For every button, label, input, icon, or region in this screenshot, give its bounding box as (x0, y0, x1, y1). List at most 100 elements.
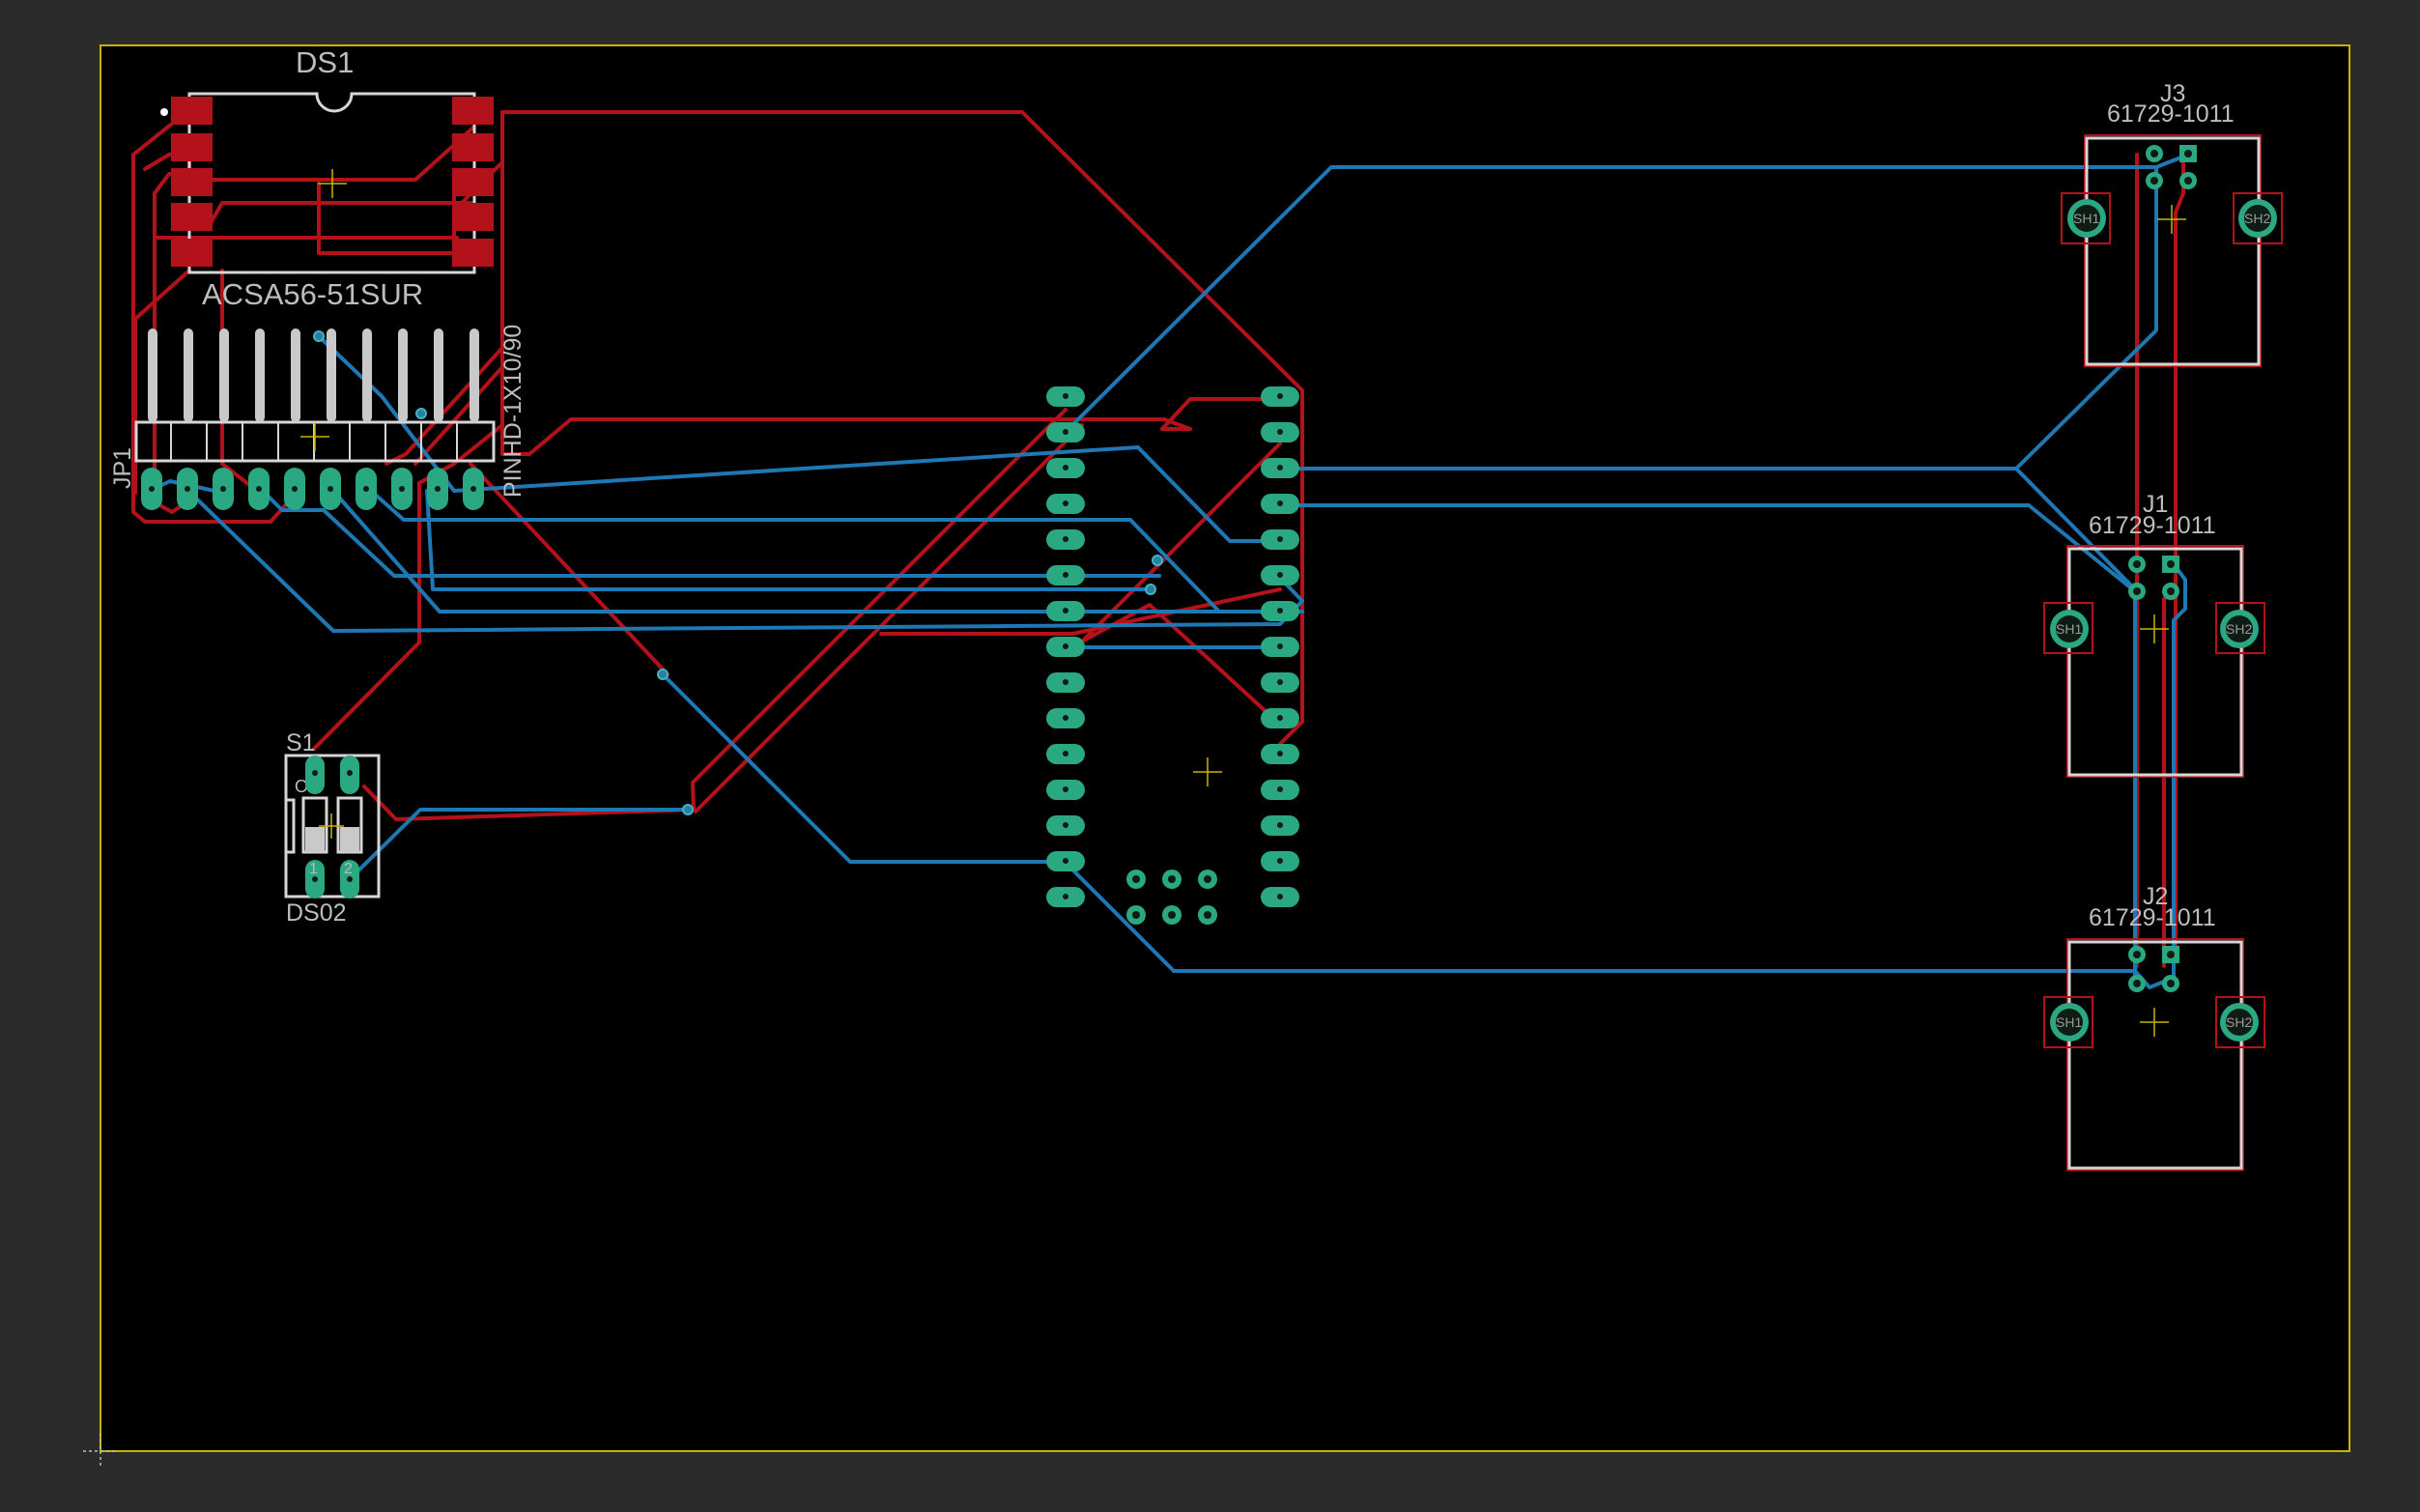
jp1-pin-lead (470, 328, 479, 422)
s1-pin1-label: 1 (309, 861, 318, 877)
drill-hole (1063, 465, 1068, 471)
j2-shield-right-label: SH2 (2226, 1014, 2252, 1030)
via (415, 408, 427, 419)
drill-hole (2167, 980, 2175, 987)
drill-hole (1063, 822, 1068, 828)
drill-hole (256, 486, 262, 492)
drill-hole (1063, 536, 1068, 542)
drill-hole (1063, 429, 1068, 435)
s1-value-label: DS02 (286, 899, 347, 927)
smd-pad (452, 133, 494, 161)
j1-value-label: 61729-1011 (2089, 512, 2216, 539)
drill-hole (2150, 177, 2158, 185)
board-area (100, 45, 2349, 1451)
drill-hole (2133, 980, 2141, 987)
drill-hole (1063, 715, 1068, 721)
smd-pad (171, 97, 213, 125)
jp1-pin-lead (434, 328, 443, 422)
j3-value-label: 61729-1011 (2107, 100, 2235, 128)
smd-pad (452, 239, 494, 267)
drill-hole (1063, 786, 1068, 792)
drill-hole (1132, 911, 1140, 919)
jp1-pin-lead (327, 328, 336, 422)
drill-hole (2184, 177, 2192, 185)
drill-hole (1277, 393, 1283, 399)
j1-shield-left-label: SH1 (2056, 621, 2082, 637)
drill-hole (470, 486, 476, 492)
drill-hole (1063, 572, 1068, 578)
jp1-pin-lead (398, 328, 408, 422)
drill-hole (185, 486, 190, 492)
drill-hole (2133, 587, 2141, 595)
drill-hole (1277, 465, 1283, 471)
via (313, 330, 325, 342)
ds1-pin1-dot (160, 108, 168, 116)
drill-hole (1168, 911, 1176, 919)
drill-hole (1277, 679, 1283, 685)
drill-hole (1277, 786, 1283, 792)
drill-hole (220, 486, 226, 492)
drill-hole (2133, 951, 2141, 958)
drill-hole (1277, 894, 1283, 899)
smd-pad (452, 97, 494, 125)
jp1-pin-lead (219, 328, 229, 422)
drill-hole (2184, 150, 2192, 157)
drill-hole (1277, 751, 1283, 756)
drill-hole (1168, 875, 1176, 883)
drill-hole (2133, 560, 2141, 568)
j2-shield-left-label: SH1 (2056, 1014, 2082, 1030)
drill-hole (312, 770, 318, 776)
drill-hole (1063, 751, 1068, 756)
smd-pad (452, 168, 494, 196)
drill-hole (1132, 875, 1140, 883)
smd-pad (171, 133, 213, 161)
drill-hole (327, 486, 333, 492)
jp1-pin-lead (362, 328, 372, 422)
smd-pad (452, 203, 494, 231)
drill-hole (1277, 643, 1283, 649)
s1-switch-lever (305, 827, 325, 852)
drill-hole (1277, 500, 1283, 506)
jp1-name-label: JP1 (109, 447, 136, 489)
drill-hole (363, 486, 369, 492)
smd-pad (171, 239, 213, 267)
drill-hole (1063, 393, 1068, 399)
drill-hole (1204, 911, 1211, 919)
drill-hole (292, 486, 298, 492)
drill-hole (1063, 894, 1068, 899)
s1-pin2-label: 2 (344, 861, 353, 877)
drill-hole (399, 486, 405, 492)
jp1-pin-lead (255, 328, 265, 422)
drill-hole (1277, 429, 1283, 435)
drill-hole (2167, 587, 2175, 595)
jp1-pin-lead (291, 328, 300, 422)
drill-hole (1063, 500, 1068, 506)
drill-hole (1063, 858, 1068, 864)
jp1-pin-lead (148, 328, 157, 422)
drill-hole (1277, 822, 1283, 828)
pcb-board-view[interactable]: DS1 ACSA56-51SUR JP1 PINHD-1X10/90 S1 1 … (0, 0, 2420, 1512)
smd-pad (171, 168, 213, 196)
ds1-value-label: ACSA56-51SUR (202, 277, 423, 311)
drill-hole (1277, 608, 1283, 613)
smd-pad (171, 203, 213, 231)
drill-hole (1277, 536, 1283, 542)
s1-name-label: S1 (286, 729, 316, 756)
drill-hole (347, 770, 353, 776)
drill-hole (2167, 560, 2175, 568)
via (1145, 584, 1156, 595)
via (1152, 555, 1163, 566)
drill-hole (1063, 679, 1068, 685)
j3-shield-right-label: SH2 (2244, 211, 2270, 226)
drill-hole (2167, 951, 2175, 958)
ds1-name-label: DS1 (296, 45, 354, 79)
drill-hole (435, 486, 441, 492)
drill-hole (1063, 608, 1068, 613)
drill-hole (2150, 150, 2158, 157)
j2-value-label: 61729-1011 (2089, 904, 2216, 931)
drill-hole (1277, 858, 1283, 864)
via (657, 669, 669, 680)
drill-hole (1277, 715, 1283, 721)
via (682, 804, 694, 815)
drill-hole (149, 486, 155, 492)
